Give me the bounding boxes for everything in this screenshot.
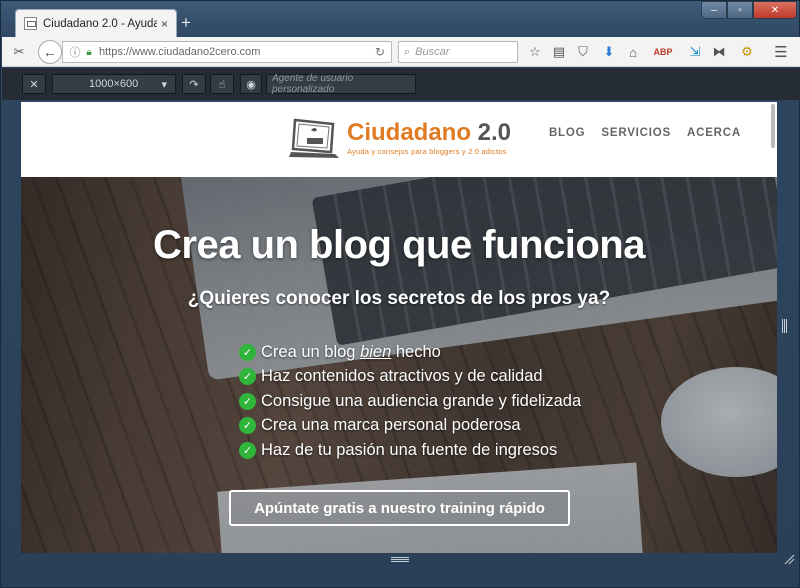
viewport-size-select[interactable]: 1000×600 ▾ bbox=[52, 74, 176, 94]
list-item-emphasis: bien bbox=[360, 342, 392, 361]
tab-close-icon[interactable]: × bbox=[161, 17, 168, 31]
navigation-toolbar: ✂ ← ⓘ 🔒︎ https://www.ciudadano2cero.com … bbox=[2, 37, 800, 67]
lock-icon[interactable]: 🔒︎ bbox=[83, 46, 95, 58]
search-placeholder: Buscar bbox=[415, 46, 450, 58]
checkmark-icon: ✓ bbox=[239, 368, 256, 386]
tab-title: Ciudadano 2.0 - Ayuda y c... bbox=[43, 17, 157, 30]
signup-cta-button[interactable]: Apúntate gratis a nuestro training rápid… bbox=[229, 490, 570, 526]
scissors-icon[interactable]: ✂ bbox=[10, 43, 28, 61]
resize-corner-icon[interactable] bbox=[783, 553, 795, 565]
list-item-text-post: hecho bbox=[391, 342, 441, 361]
benefits-list: ✓ Crea un blog bien hecho ✓ Haz contenid… bbox=[239, 340, 581, 463]
logo-version: 2.0 bbox=[471, 118, 512, 146]
list-item-text: Crea una marca personal poderosa bbox=[261, 416, 521, 435]
minimize-button[interactable]: – bbox=[701, 1, 727, 19]
bookmark-star-icon[interactable]: ☆ bbox=[526, 43, 544, 61]
hero-title: Crea un blog que funciona bbox=[153, 223, 645, 267]
checkmark-icon: ✓ bbox=[239, 392, 256, 410]
camera-icon[interactable]: ◉ bbox=[240, 74, 262, 94]
close-rdm-button[interactable]: ✕ bbox=[22, 74, 46, 94]
home-icon[interactable]: ⌂ bbox=[624, 43, 642, 61]
logo-word: Ciudadano bbox=[347, 118, 471, 146]
browser-window: Ciudadano 2.0 - Ayuda y c... × + – ▫ ✕ ✂… bbox=[0, 0, 800, 588]
window-controls: – ▫ ✕ bbox=[701, 1, 797, 19]
checkmark-icon: ✓ bbox=[239, 441, 256, 459]
hero-section: Crea un blog que funciona ¿Quieres conoc… bbox=[21, 177, 777, 553]
list-item: ✓ Haz de tu pasión una fuente de ingreso… bbox=[239, 438, 581, 463]
search-input[interactable]: ⌕ Buscar bbox=[398, 41, 518, 63]
rotate-button[interactable]: ↷ bbox=[182, 74, 206, 94]
mask-icon[interactable]: ⧓ bbox=[710, 43, 728, 61]
reading-list-icon[interactable]: ▤ bbox=[550, 43, 568, 61]
search-icon: ⌕ bbox=[404, 45, 411, 58]
main-nav: BLOG SERVICIOS ACERCA bbox=[549, 127, 741, 139]
tab-strip: Ciudadano 2.0 - Ayuda y c... × + – ▫ ✕ bbox=[1, 1, 800, 37]
checkmark-icon: ✓ bbox=[239, 343, 256, 361]
list-item-text: Haz contenidos atractivos y de calidad bbox=[261, 367, 543, 386]
reload-icon[interactable]: ↻ bbox=[375, 45, 385, 59]
list-item: ✓ Haz contenidos atractivos y de calidad bbox=[239, 365, 581, 390]
hero-subtitle: ¿Quieres conocer los secretos de los pro… bbox=[187, 288, 611, 309]
page-scrollbar[interactable] bbox=[771, 104, 775, 148]
download-icon[interactable]: ⬇ bbox=[600, 43, 618, 61]
site-logo[interactable]: Ciudadano 2.0 Ayuda y consejos para blog… bbox=[289, 116, 511, 160]
site-header: Ciudadano 2.0 Ayuda y consejos para blog… bbox=[21, 102, 777, 177]
adblock-icon[interactable]: ABP bbox=[654, 43, 673, 61]
viewport-height-resize-handle[interactable] bbox=[391, 557, 409, 562]
nav-acerca[interactable]: ACERCA bbox=[687, 127, 741, 139]
nav-blog[interactable]: BLOG bbox=[549, 127, 585, 139]
laptop-logo-icon bbox=[289, 118, 339, 158]
list-item-text-pre: Crea un blog bbox=[261, 342, 361, 361]
url-text: https://www.ciudadano2cero.com bbox=[99, 46, 261, 58]
responsive-design-toolbar: ✕ 1000×600 ▾ ↷ ☝ ◉ Agente de usuario per… bbox=[2, 68, 800, 100]
list-item: ✓ Crea un blog bien hecho bbox=[239, 340, 581, 365]
list-item: ✓ Crea una marca personal poderosa bbox=[239, 414, 581, 439]
extension-arrow-icon[interactable]: ⇲ bbox=[686, 43, 704, 61]
nav-servicios[interactable]: SERVICIOS bbox=[601, 127, 671, 139]
back-button[interactable]: ← bbox=[38, 40, 62, 64]
list-item: ✓ Consigue una audiencia grande y fideli… bbox=[239, 389, 581, 414]
gear-extension-icon[interactable]: ⚙ bbox=[738, 43, 756, 61]
arrow-left-icon: ← bbox=[43, 44, 57, 60]
viewport-width-resize-handle[interactable] bbox=[782, 319, 788, 333]
address-bar[interactable]: ⓘ 🔒︎ https://www.ciudadano2cero.com ↻ bbox=[62, 41, 392, 63]
touch-icon[interactable]: ☝ bbox=[210, 74, 234, 94]
list-item-text: Crea un blog bien hecho bbox=[261, 343, 441, 362]
checkmark-icon: ✓ bbox=[239, 417, 256, 435]
list-item-text: Haz de tu pasión una fuente de ingresos bbox=[261, 440, 558, 459]
list-item-text: Consigue una audiencia grande y fideliza… bbox=[261, 391, 582, 410]
chevron-down-icon: ▾ bbox=[161, 78, 167, 91]
page-viewport: Ciudadano 2.0 Ayuda y consejos para blog… bbox=[21, 102, 777, 553]
maximize-button[interactable]: ▫ bbox=[727, 1, 753, 19]
close-window-button[interactable]: ✕ bbox=[753, 1, 797, 19]
viewport-size-value: 1000×600 bbox=[89, 78, 139, 90]
logo-tagline: Ayuda y consejos para bloggers y 2.0 adi… bbox=[347, 146, 507, 156]
tab-ciudadano[interactable]: Ciudadano 2.0 - Ayuda y c... × bbox=[15, 9, 177, 37]
logo-name: Ciudadano 2.0 bbox=[347, 118, 512, 146]
pocket-icon[interactable]: ⛉ bbox=[574, 43, 592, 61]
info-icon[interactable]: ⓘ bbox=[67, 44, 83, 60]
user-agent-input[interactable]: Agente de usuario personalizado bbox=[266, 73, 416, 95]
menu-icon[interactable]: ☰ bbox=[772, 43, 790, 61]
logo-text: Ciudadano 2.0 Ayuda y consejos para blog… bbox=[347, 118, 512, 156]
new-tab-button[interactable]: + bbox=[181, 14, 191, 31]
favicon-icon bbox=[24, 17, 37, 30]
